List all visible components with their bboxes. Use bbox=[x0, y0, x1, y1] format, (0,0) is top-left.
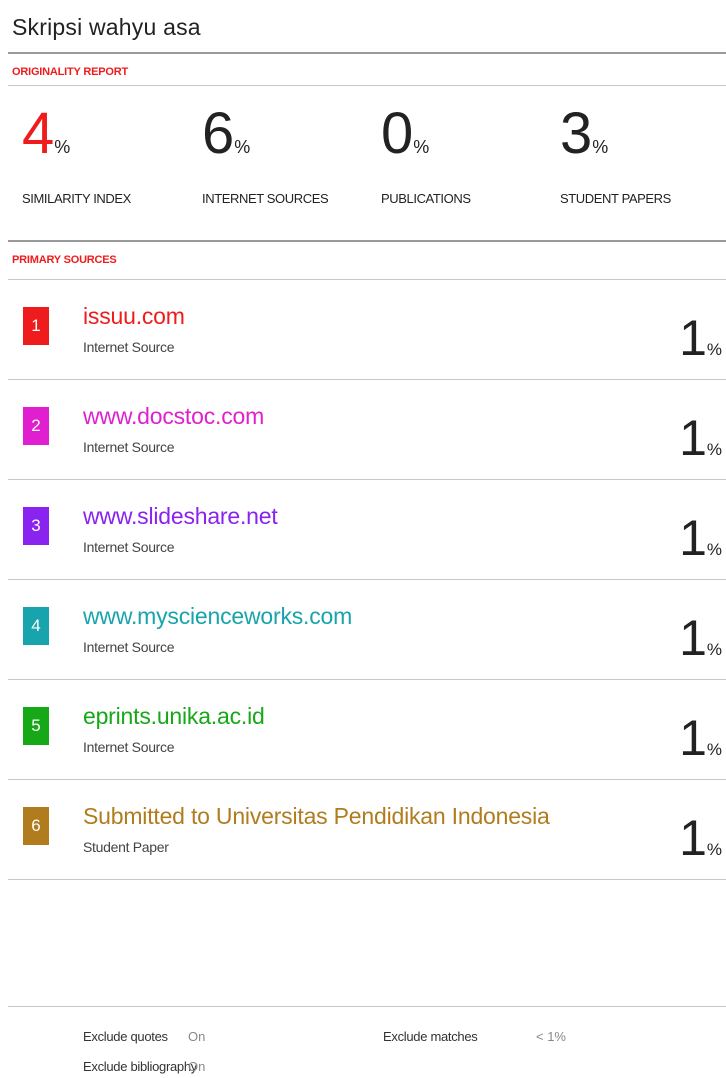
source-percent-value: 1 bbox=[679, 610, 707, 666]
source-rank-badge: 2 bbox=[23, 407, 49, 445]
similarity-index-value: 4 bbox=[22, 101, 54, 166]
source-percent: 1% bbox=[679, 709, 722, 767]
stat-student-papers: 3% STUDENT PAPERS bbox=[560, 101, 671, 207]
stat-similarity-index: 4% SIMILARITY INDEX bbox=[22, 101, 131, 207]
source-type-label: Internet Source bbox=[83, 339, 175, 355]
source-row: 5 eprints.unika.ac.id Internet Source 1% bbox=[0, 679, 726, 779]
source-rank-badge: 1 bbox=[23, 307, 49, 345]
originality-report-label: ORIGINALITY REPORT bbox=[12, 66, 128, 78]
source-percent: 1% bbox=[679, 609, 722, 667]
source-percent-value: 1 bbox=[679, 710, 707, 766]
source-divider bbox=[8, 879, 726, 880]
student-papers-unit: % bbox=[592, 137, 609, 157]
document-title: Skripsi wahyu asa bbox=[12, 14, 201, 40]
source-type-label: Internet Source bbox=[83, 539, 175, 555]
stat-publications: 0% PUBLICATIONS bbox=[381, 101, 471, 207]
internet-sources-label: INTERNET SOURCES bbox=[202, 191, 329, 206]
source-type-label: Internet Source bbox=[83, 439, 175, 455]
source-percent-unit: % bbox=[706, 440, 722, 459]
publications-value: 0 bbox=[381, 101, 413, 166]
similarity-index-unit: % bbox=[54, 137, 71, 157]
source-row: 4 www.myscienceworks.com Internet Source 1% bbox=[0, 579, 726, 679]
exclude-matches-value: < 1% bbox=[536, 1029, 566, 1044]
source-percent: 1% bbox=[679, 809, 722, 867]
source-row: 2 www.docstoc.com Internet Source 1% bbox=[0, 379, 726, 479]
source-percent: 1% bbox=[679, 509, 722, 567]
source-percent-value: 1 bbox=[679, 810, 707, 866]
exclude-quotes-value: On bbox=[188, 1029, 206, 1044]
primary-sources-label: PRIMARY SOURCES bbox=[12, 254, 117, 266]
exclude-matches-label: Exclude matches bbox=[383, 1029, 478, 1044]
student-papers-label: STUDENT PAPERS bbox=[560, 191, 671, 206]
similarity-index-label: SIMILARITY INDEX bbox=[22, 191, 131, 206]
source-row: 1 issuu.com Internet Source 1% bbox=[0, 279, 726, 379]
publications-unit: % bbox=[413, 137, 430, 157]
source-percent: 1% bbox=[679, 409, 722, 467]
source-percent-unit: % bbox=[706, 540, 722, 559]
internet-sources-value: 6 bbox=[202, 101, 234, 166]
internet-sources-unit: % bbox=[234, 137, 251, 157]
source-rank-badge: 3 bbox=[23, 507, 49, 545]
source-percent-unit: % bbox=[706, 640, 722, 659]
footer-divider bbox=[8, 1006, 726, 1007]
source-name-link[interactable]: www.slideshare.net bbox=[83, 503, 278, 530]
student-papers-value: 3 bbox=[560, 101, 592, 166]
source-row: 3 www.slideshare.net Internet Source 1% bbox=[0, 479, 726, 579]
source-name-link[interactable]: issuu.com bbox=[83, 303, 185, 330]
exclude-bibliography-label: Exclude bibliography bbox=[83, 1059, 197, 1074]
source-name-link[interactable]: eprints.unika.ac.id bbox=[83, 703, 265, 730]
source-type-label: Student Paper bbox=[83, 839, 169, 855]
source-percent-unit: % bbox=[706, 740, 722, 759]
originality-divider bbox=[8, 85, 726, 86]
source-type-label: Internet Source bbox=[83, 639, 175, 655]
stats-divider bbox=[8, 240, 726, 242]
title-divider bbox=[8, 52, 726, 54]
source-percent: 1% bbox=[679, 309, 722, 367]
source-percent-value: 1 bbox=[679, 410, 707, 466]
source-name-link[interactable]: www.myscienceworks.com bbox=[83, 603, 352, 630]
stat-internet-sources: 6% INTERNET SOURCES bbox=[202, 101, 329, 207]
source-percent-unit: % bbox=[706, 340, 722, 359]
publications-label: PUBLICATIONS bbox=[381, 191, 471, 206]
exclude-bibliography-value: On bbox=[188, 1059, 206, 1074]
source-rank-badge: 5 bbox=[23, 707, 49, 745]
source-rank-badge: 4 bbox=[23, 607, 49, 645]
source-name-link[interactable]: www.docstoc.com bbox=[83, 403, 264, 430]
source-percent-value: 1 bbox=[679, 510, 707, 566]
source-name-link[interactable]: Submitted to Universitas Pendidikan Indo… bbox=[83, 803, 550, 830]
source-rank-badge: 6 bbox=[23, 807, 49, 845]
source-row: 6 Submitted to Universitas Pendidikan Ind… bbox=[0, 779, 726, 879]
source-type-label: Internet Source bbox=[83, 739, 175, 755]
source-percent-value: 1 bbox=[679, 310, 707, 366]
source-percent-unit: % bbox=[706, 840, 722, 859]
exclude-quotes-label: Exclude quotes bbox=[83, 1029, 168, 1044]
